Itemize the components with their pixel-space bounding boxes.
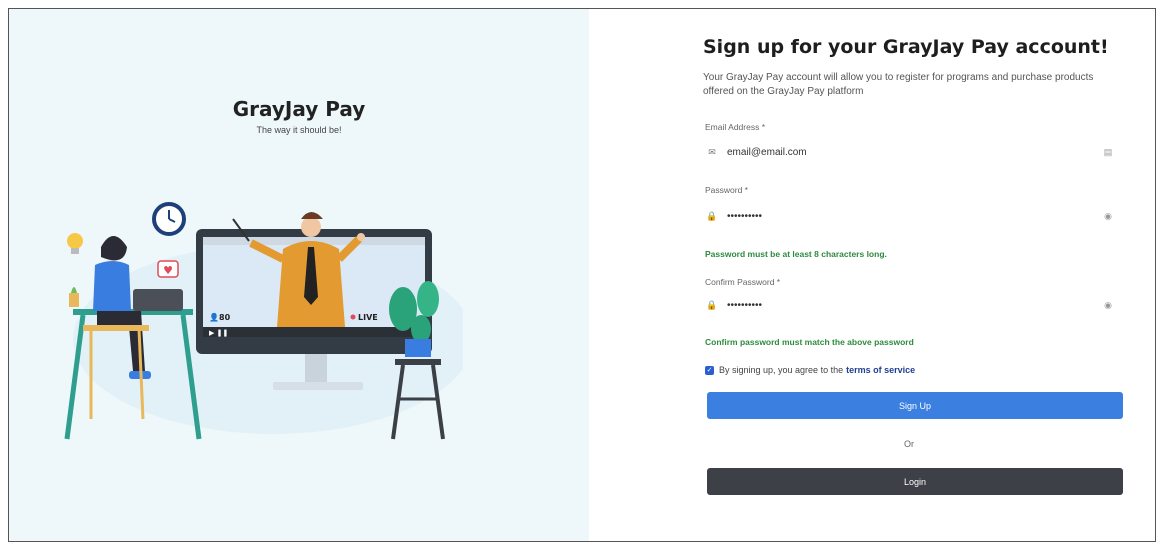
lightbulb-icon	[67, 233, 83, 254]
sign-up-button[interactable]: Sign Up	[707, 392, 1123, 419]
password-hint: Password must be at least 8 characters l…	[705, 249, 887, 259]
password-label: Password *	[705, 185, 748, 195]
email-icon: ✉	[708, 146, 716, 157]
plant-stool	[389, 281, 445, 440]
confirm-password-value[interactable]: ••••••••••	[727, 300, 1101, 311]
hero-panel: GrayJay Pay The way it should be! ♥ ▶ ❚❚…	[9, 9, 589, 541]
show-password-icon[interactable]: ◉	[1101, 300, 1115, 311]
signup-panel: Sign up for your GrayJay Pay account! Yo…	[589, 9, 1155, 541]
clock-icon	[152, 202, 186, 236]
page-frame: GrayJay Pay The way it should be! ♥ ▶ ❚❚…	[8, 8, 1156, 542]
viewer-count: 80	[219, 313, 231, 322]
terms-link[interactable]: terms of service	[846, 365, 915, 375]
svg-text:♥: ♥	[163, 264, 173, 277]
live-label: LIVE	[358, 313, 378, 322]
form-subtitle: Your GrayJay Pay account will allow you …	[703, 72, 1094, 97]
or-divider: Or	[904, 439, 914, 449]
confirm-password-hint: Confirm password must match the above pa…	[705, 337, 914, 347]
brand-name: GrayJay Pay	[232, 97, 366, 121]
lock-icon: 🔒	[706, 299, 718, 310]
form-title: Sign up for your GrayJay Pay account!	[703, 36, 1109, 58]
heart-bubble-icon: ♥	[157, 260, 179, 278]
svg-text:▶ ❚❚: ▶ ❚❚	[209, 329, 228, 337]
brand-block: GrayJay Pay The way it should be!	[9, 97, 589, 135]
terms-agreement: ✓ By signing up, you agree to the terms …	[705, 365, 915, 375]
svg-text:👤: 👤	[209, 312, 219, 322]
confirm-password-label: Confirm Password *	[705, 277, 781, 287]
autofill-card-icon[interactable]: ▤	[1101, 147, 1115, 158]
email-value[interactable]: email@email.com	[727, 147, 1101, 158]
email-field[interactable]: ✉ email@email.com ▤	[705, 139, 1115, 165]
hero-illustration: ♥ ▶ ❚❚ 👤 80 LIVE	[64, 202, 463, 440]
password-field[interactable]: 🔒 •••••••••• ◉	[705, 203, 1115, 229]
confirm-password-field[interactable]: 🔒 •••••••••• ◉	[705, 292, 1115, 318]
brand-tagline: The way it should be!	[256, 125, 342, 135]
agree-checkbox[interactable]: ✓	[705, 365, 714, 375]
show-password-icon[interactable]: ◉	[1101, 211, 1115, 222]
login-button[interactable]: Login	[707, 468, 1123, 495]
viewer-counter: 👤 80	[209, 312, 231, 322]
lock-icon: 🔒	[706, 210, 718, 221]
password-value[interactable]: ••••••••••	[727, 211, 1101, 222]
email-label: Email Address *	[705, 122, 765, 132]
agree-text: By signing up, you agree to the	[719, 365, 844, 375]
